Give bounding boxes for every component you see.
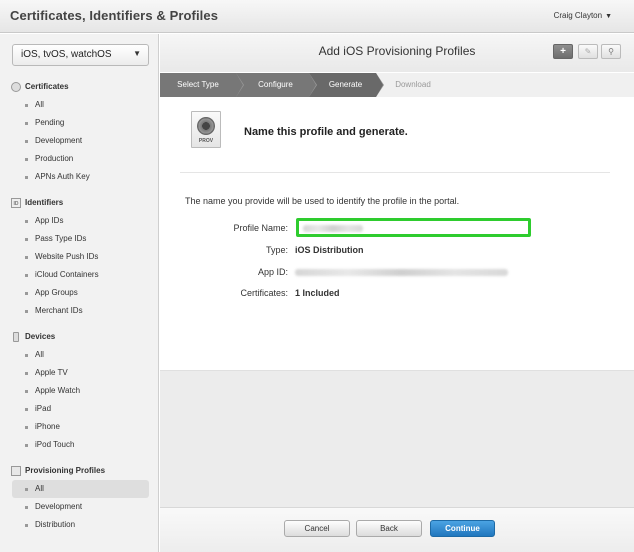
identifier-icon: ID xyxy=(11,198,21,208)
sidebar-section-provisioning-profiles: Provisioning Profiles All Development Di… xyxy=(0,462,159,534)
edit-button[interactable]: ✎ xyxy=(578,44,598,59)
sidebar-item-profiles-development[interactable]: Development xyxy=(0,498,159,516)
search-icon: ⚲ xyxy=(608,47,614,56)
step-download: Download xyxy=(395,80,431,89)
certificates-row: Certificates: 1 Included xyxy=(160,286,634,302)
sidebar-section-title: Devices xyxy=(0,328,159,346)
search-button[interactable]: ⚲ xyxy=(601,44,621,59)
top-bar: Certificates, Identifiers & Profiles Cra… xyxy=(0,0,634,33)
app-id-label: App ID: xyxy=(257,267,288,277)
empty-area xyxy=(160,370,634,507)
main-content: PROV Name this profile and generate. The… xyxy=(160,97,634,370)
certificates-value: 1 Included xyxy=(295,288,340,298)
back-button[interactable]: Back xyxy=(356,520,422,537)
divider xyxy=(180,172,610,173)
step-generate: Generate xyxy=(309,73,384,97)
user-menu[interactable]: Craig Clayton ▼ xyxy=(554,11,612,20)
sidebar-item-profiles-distribution[interactable]: Distribution xyxy=(0,516,159,534)
type-row: Type: iOS Distribution xyxy=(160,243,634,259)
app-id-row: App ID: xyxy=(160,265,634,281)
sidebar-item-apns-auth-key[interactable]: APNs Auth Key xyxy=(0,168,159,186)
app-title: Certificates, Identifiers & Profiles xyxy=(10,8,219,23)
cancel-button[interactable]: Cancel xyxy=(284,520,350,537)
gear-icon xyxy=(197,117,215,135)
redacted-profile-name xyxy=(303,225,363,232)
prov-icon-label: PROV xyxy=(198,138,214,144)
provisioning-profile-icon: PROV xyxy=(191,111,221,148)
wizard-steps: Select Type Configure Generate Download xyxy=(160,73,634,97)
device-icon xyxy=(13,332,19,342)
sidebar-item-app-groups[interactable]: App Groups xyxy=(0,284,159,302)
sidebar-item-devices-all[interactable]: All xyxy=(0,346,159,364)
platform-select-value: iOS, tvOS, watchOS xyxy=(21,49,112,60)
profile-name-row: Profile Name: xyxy=(160,218,634,237)
profile-icon xyxy=(11,466,21,476)
user-name: Craig Clayton xyxy=(553,11,603,20)
redacted-app-id xyxy=(295,269,508,276)
sidebar-item-iphone[interactable]: iPhone xyxy=(0,418,159,436)
profile-name-label: Profile Name: xyxy=(233,223,288,233)
sidebar-item-merchant-ids[interactable]: Merchant IDs xyxy=(0,302,159,320)
sidebar-item-apple-tv[interactable]: Apple TV xyxy=(0,364,159,382)
sidebar-section-title: Certificates xyxy=(0,78,159,96)
sidebar-item-certificates-pending[interactable]: Pending xyxy=(0,114,159,132)
section-title: Name this profile and generate. xyxy=(244,126,408,138)
sidebar-section-certificates: Certificates All Pending Development Pro… xyxy=(0,78,159,186)
intro-text: The name you provide will be used to ide… xyxy=(185,196,460,206)
sidebar: iOS, tvOS, watchOS ▼ Certificates All Pe… xyxy=(0,34,159,552)
certificate-icon xyxy=(11,82,21,92)
sidebar-item-certificates-production[interactable]: Production xyxy=(0,150,159,168)
step-configure: Configure xyxy=(236,73,317,97)
sidebar-section-identifiers: ID Identifiers App IDs Pass Type IDs Web… xyxy=(0,194,159,320)
sidebar-item-ipad[interactable]: iPad xyxy=(0,400,159,418)
sidebar-item-ipod-touch[interactable]: iPod Touch xyxy=(0,436,159,454)
type-label: Type: xyxy=(265,245,288,255)
sidebar-section-title: ID Identifiers xyxy=(0,194,159,212)
sidebar-item-certificates-all[interactable]: All xyxy=(0,96,159,114)
certificates-label: Certificates: xyxy=(240,288,288,298)
platform-select[interactable]: iOS, tvOS, watchOS ▼ xyxy=(12,44,149,66)
sidebar-section-title: Provisioning Profiles xyxy=(0,462,159,480)
type-value: iOS Distribution xyxy=(295,245,364,255)
profile-name-input[interactable] xyxy=(296,218,531,237)
sidebar-item-apple-watch[interactable]: Apple Watch xyxy=(0,382,159,400)
chevron-down-icon: ▼ xyxy=(605,13,612,20)
sidebar-item-profiles-all[interactable]: All xyxy=(12,480,149,498)
add-button[interactable]: + xyxy=(553,44,573,59)
sidebar-section-devices: Devices All Apple TV Apple Watch iPad iP… xyxy=(0,328,159,454)
sidebar-item-icloud-containers[interactable]: iCloud Containers xyxy=(0,266,159,284)
sidebar-item-app-ids[interactable]: App IDs xyxy=(0,212,159,230)
sidebar-item-pass-type-ids[interactable]: Pass Type IDs xyxy=(0,230,159,248)
continue-button[interactable]: Continue xyxy=(430,520,495,537)
sidebar-item-certificates-development[interactable]: Development xyxy=(0,132,159,150)
edit-icon: ✎ xyxy=(584,47,592,56)
main-header: Add iOS Provisioning Profiles + ✎ ⚲ xyxy=(160,34,634,72)
step-select-type: Select Type xyxy=(160,73,244,97)
chevron-down-icon: ▼ xyxy=(133,49,141,58)
footer: Cancel Back Continue xyxy=(160,507,634,552)
sidebar-item-website-push-ids[interactable]: Website Push IDs xyxy=(0,248,159,266)
plus-icon: + xyxy=(560,46,566,57)
